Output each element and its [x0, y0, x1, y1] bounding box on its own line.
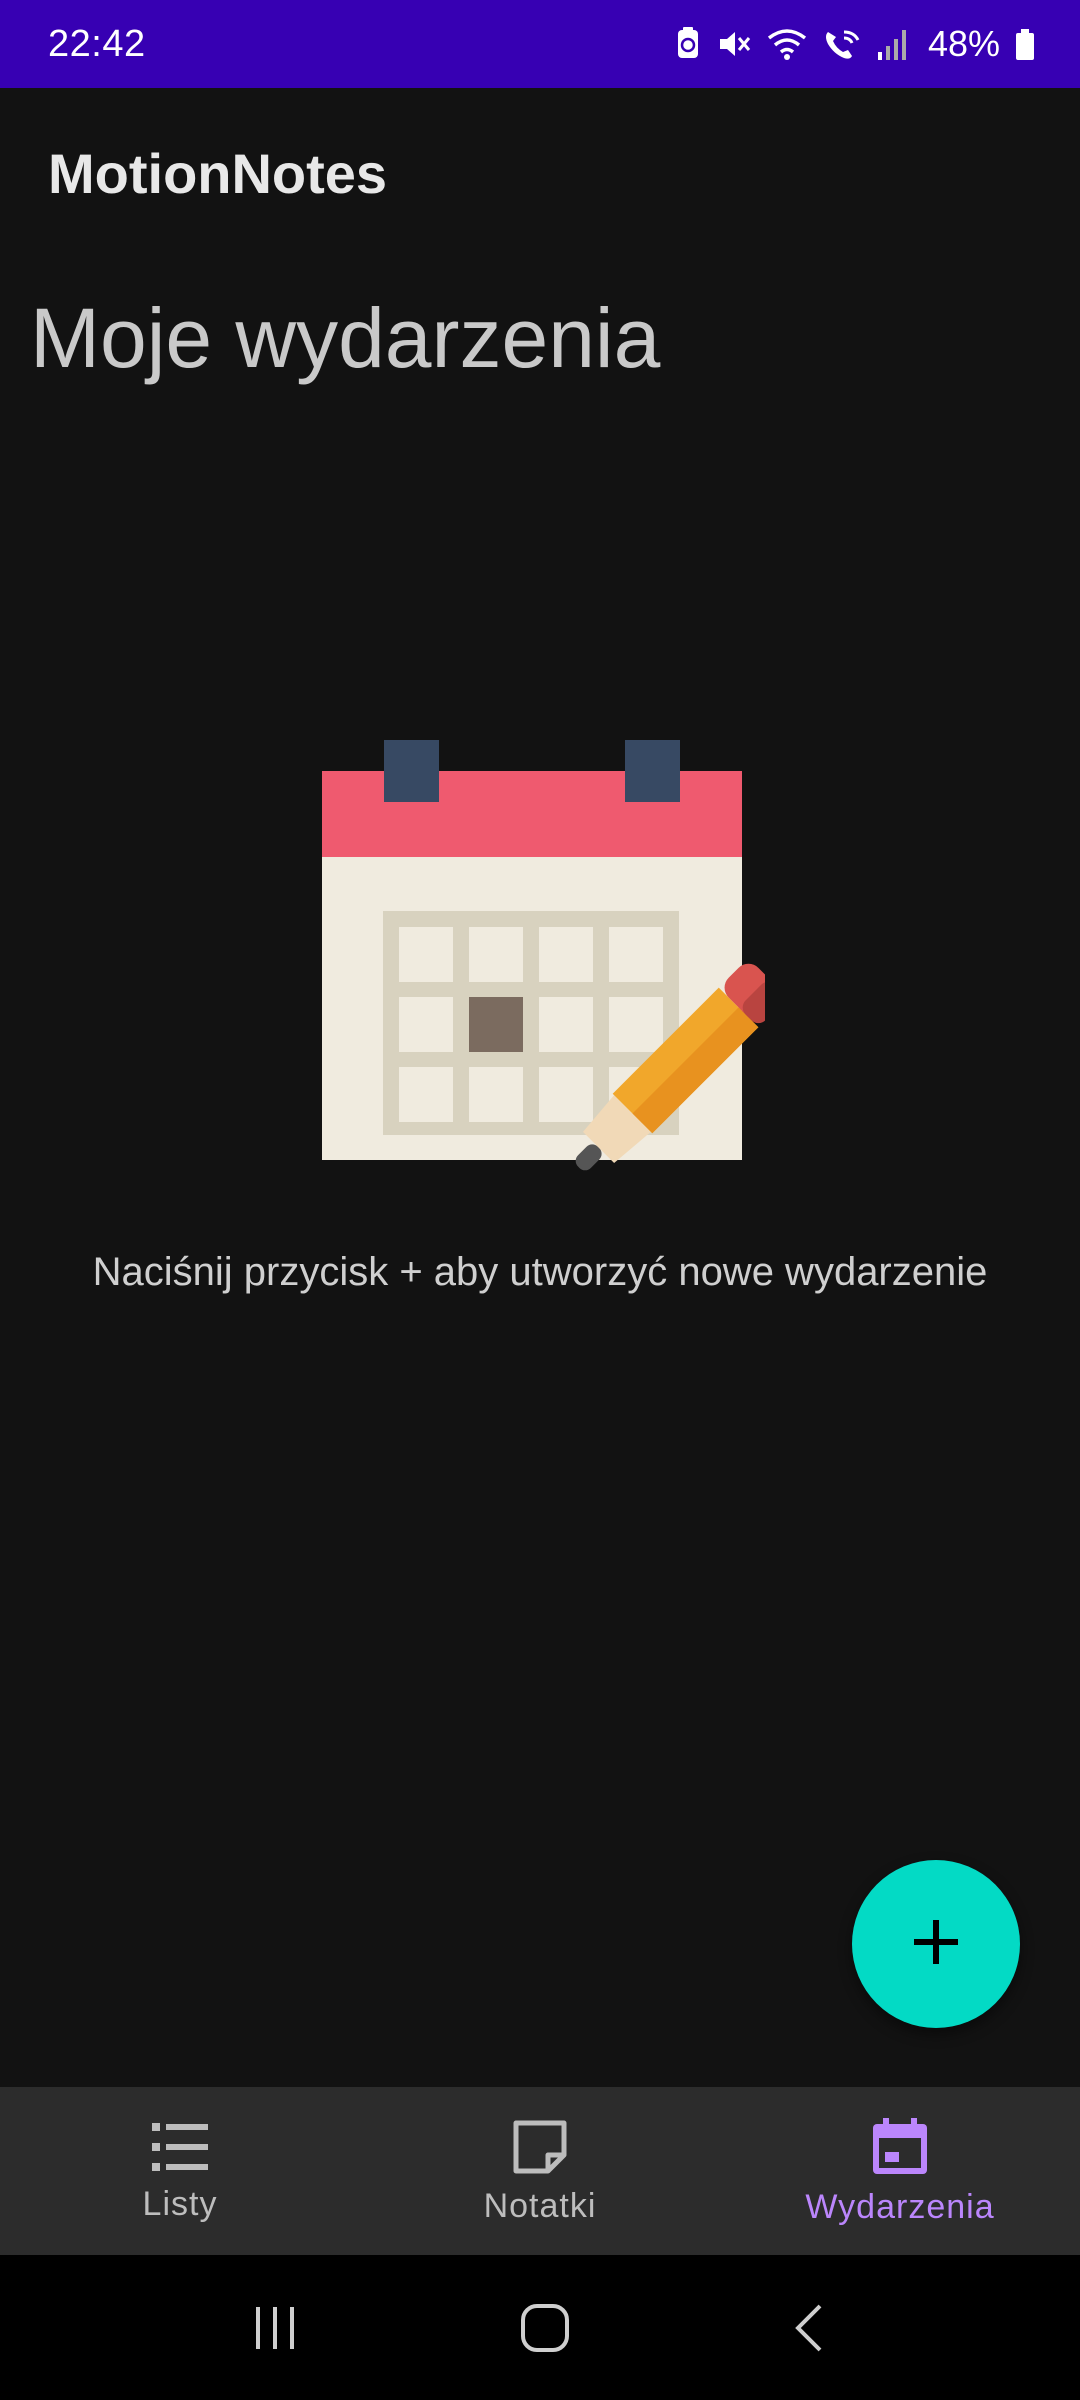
mute-icon [716, 26, 752, 62]
status-bar: 22:42 48% [0, 0, 1080, 88]
page-title: Moje wydarzenia [30, 291, 661, 385]
app-title: MotionNotes [48, 141, 388, 205]
nav-label-listy: Listy [142, 2184, 218, 2223]
plus-icon [912, 1918, 960, 1971]
status-time: 22:42 [48, 22, 146, 65]
note-icon [510, 2117, 570, 2177]
app-bar: MotionNotes [0, 88, 1080, 258]
nav-label-wydarzenia: Wydarzenia [805, 2187, 995, 2226]
nav-item-notatki[interactable]: Notatki [360, 2087, 720, 2255]
nav-item-wydarzenia[interactable]: Wydarzenia [720, 2087, 1080, 2255]
nav-label-notatki: Notatki [483, 2186, 597, 2225]
bottom-navigation: Listy Notatki Wydarzenia [0, 2087, 1080, 2255]
nav-item-listy[interactable]: Listy [0, 2087, 360, 2255]
list-icon [150, 2119, 210, 2175]
add-event-button[interactable] [852, 1860, 1020, 2028]
recents-icon[interactable] [250, 2303, 300, 2353]
battery-percent: 48% [927, 23, 1000, 64]
back-icon[interactable] [790, 2302, 830, 2354]
calendar-with-pencil-icon [315, 735, 784, 1200]
calendar-icon [869, 2116, 931, 2178]
signal-icon [876, 26, 910, 62]
home-icon[interactable] [519, 2302, 571, 2354]
empty-state-message: Naciśnij przycisk + aby utworzyć nowe wy… [92, 1250, 988, 1294]
system-navigation-bar [0, 2255, 1080, 2400]
wifi-icon [766, 26, 808, 62]
battery-saver-icon [674, 26, 702, 62]
battery-icon [1014, 26, 1036, 62]
status-icons: 48% [674, 23, 1036, 65]
wifi-calling-icon [822, 26, 862, 62]
